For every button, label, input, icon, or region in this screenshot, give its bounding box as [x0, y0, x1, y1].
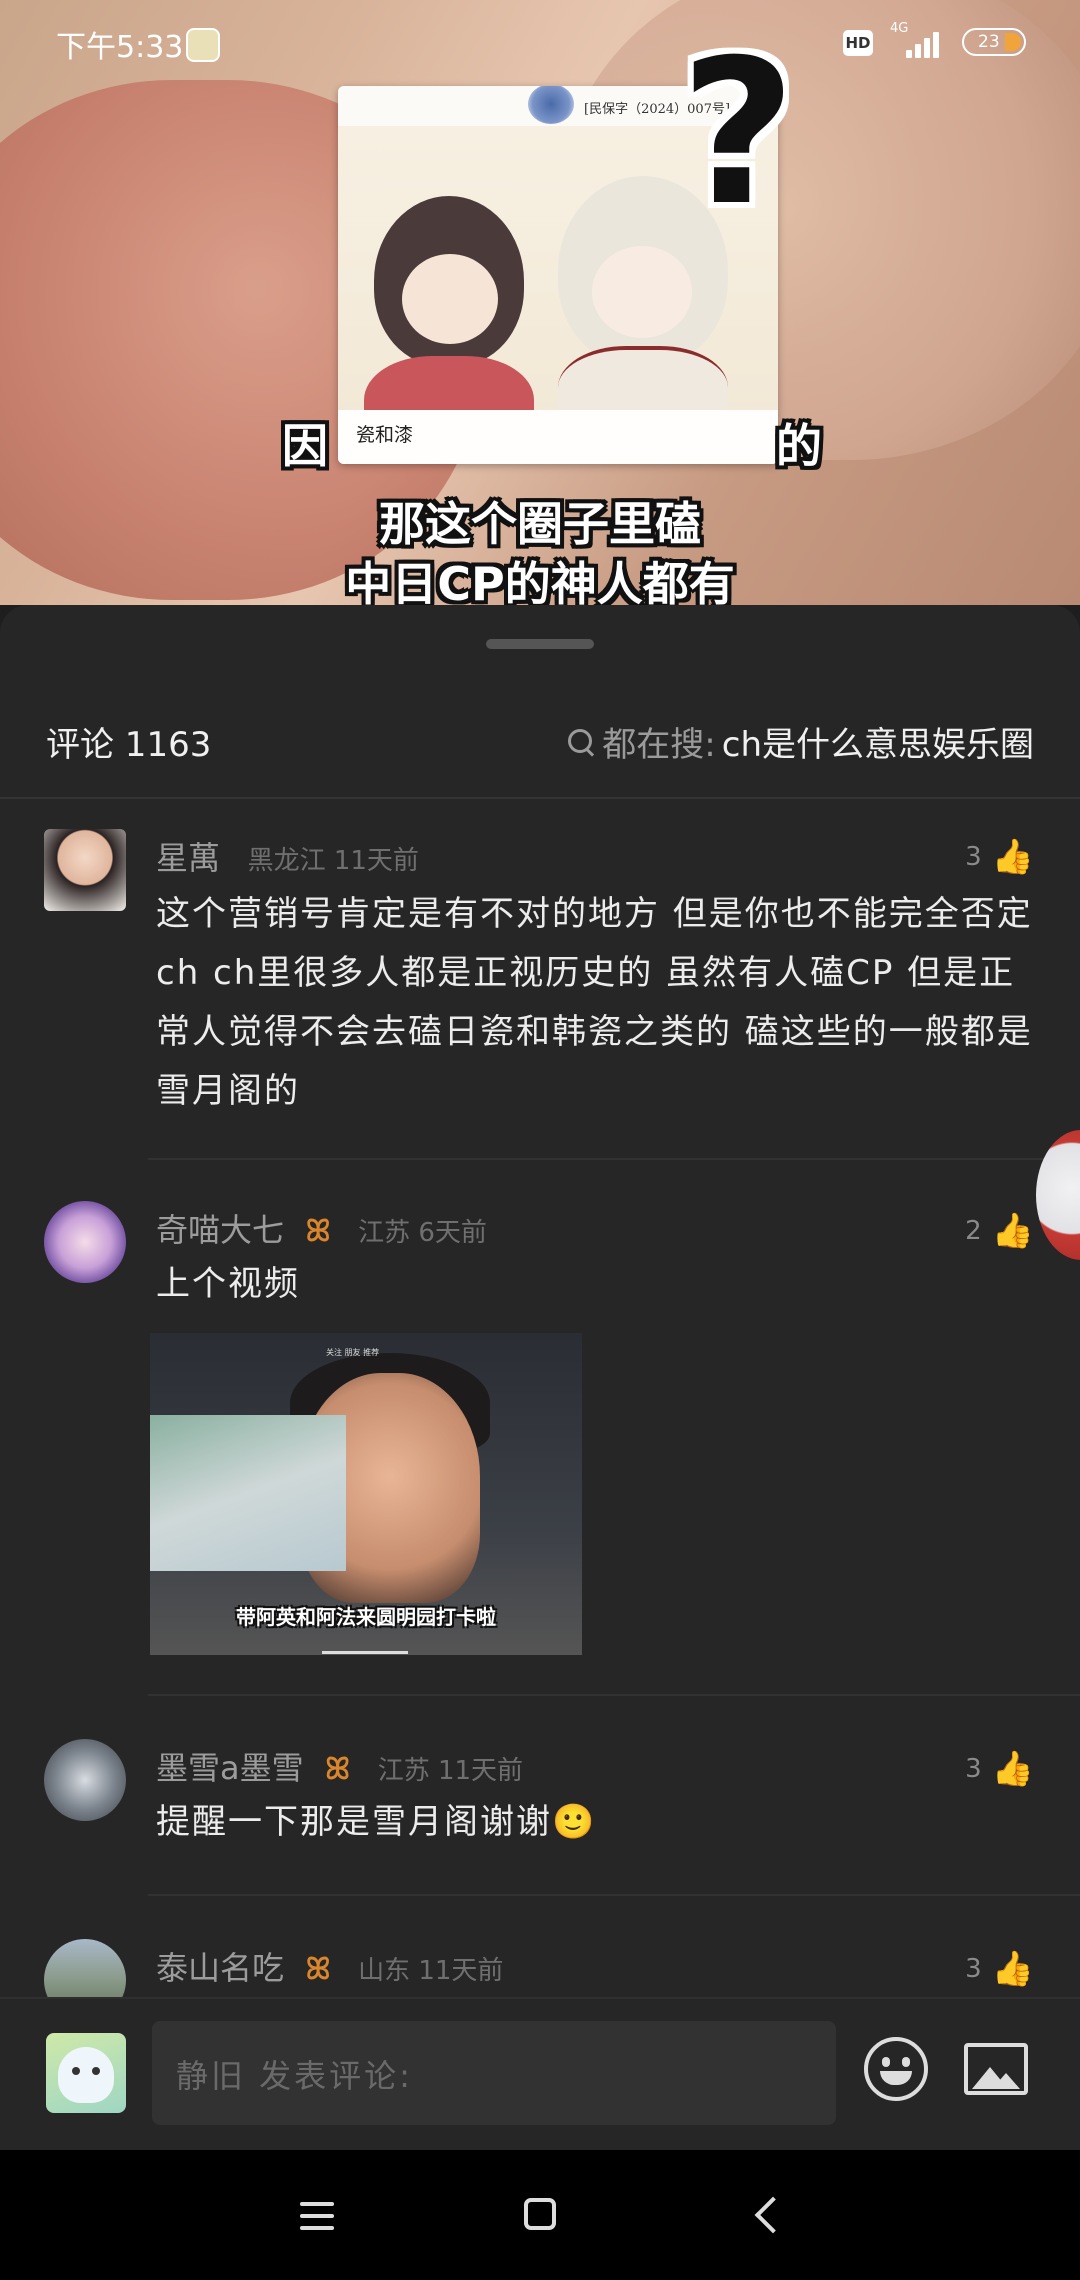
subtitle-fragment-right: 的: [776, 419, 822, 473]
back-icon[interactable]: [754, 2196, 792, 2234]
system-navigation-bar: [0, 2150, 1080, 2280]
comment-item: 泰山名吃 ꕤ 山东 11天前 3 👍: [0, 1939, 1080, 1999]
avatar[interactable]: [44, 1739, 126, 1821]
comment-author[interactable]: 泰山名吃: [156, 1949, 284, 1987]
thumbnail-progress: [322, 1651, 408, 1654]
avatar[interactable]: [44, 829, 126, 911]
like-count: 3: [965, 1754, 982, 1784]
comment-meta: 山东 11天前: [358, 1956, 504, 1986]
search-suggestion[interactable]: 都在搜: ch是什么意思娱乐圈: [566, 717, 1034, 766]
fan-badge-icon: ꕤ: [325, 1752, 351, 1787]
comment-input-placeholder: 静旧 发表评论:: [176, 2057, 413, 2095]
illustration-character-left: [364, 196, 534, 464]
comment-divider: [148, 1158, 1080, 1160]
comment-input[interactable]: 静旧 发表评论:: [152, 2021, 836, 2125]
sheet-drag-handle[interactable]: [486, 639, 594, 649]
thumbs-up-icon: 👍: [991, 1749, 1034, 1789]
emoji-icon[interactable]: [864, 2037, 928, 2101]
comment-author[interactable]: 奇喵大七: [156, 1211, 284, 1249]
comment-divider: [148, 1894, 1080, 1896]
comment-text: 这个营销号肯定是有不对的地方 但是你也不能完全否定ch ch里很多人都是正视历史…: [156, 894, 1033, 1111]
status-time: 下午5:33: [56, 30, 184, 65]
comment-video-thumbnail[interactable]: 关注 朋友 推荐 带阿英和阿法来圆明园打卡啦: [150, 1333, 582, 1655]
like-button[interactable]: 3 👍: [965, 837, 1034, 877]
fan-badge-icon: ꕤ: [305, 1952, 331, 1987]
home-icon[interactable]: [524, 2198, 556, 2230]
like-count: 2: [965, 1216, 982, 1246]
search-query[interactable]: ch是什么意思娱乐圈: [722, 717, 1034, 766]
subtitle-fragment-left: 因: [282, 419, 328, 473]
like-button[interactable]: 3 👍: [965, 1949, 1034, 1989]
thumbnail-caption: 带阿英和阿法来圆明园打卡啦: [236, 1605, 496, 1629]
subtitle-line-2: 中日CP的神人都有: [345, 557, 735, 605]
thumbnail-tabs: 关注 朋友 推荐: [326, 1348, 380, 1357]
signal-icon: [906, 28, 946, 58]
comment-input-bar: 静旧 发表评论:: [0, 1997, 1080, 2152]
search-icon: [566, 727, 596, 757]
comments-count-title: 评论 1163: [46, 725, 212, 765]
like-count: 3: [965, 842, 982, 872]
fan-badge-icon: ꕤ: [305, 1214, 331, 1249]
comment-divider: [148, 1694, 1080, 1696]
like-button[interactable]: 2 👍: [965, 1211, 1034, 1251]
my-avatar[interactable]: [46, 2033, 126, 2113]
thumbs-up-icon: 👍: [991, 1211, 1034, 1251]
like-count: 3: [965, 1954, 982, 1984]
comment-author[interactable]: 墨雪a墨雪: [156, 1749, 304, 1787]
hd-icon: HD: [843, 30, 873, 56]
like-button[interactable]: 3 👍: [965, 1749, 1034, 1789]
video-player[interactable]: [民保字（2024）007号] 瓷和漆 ? 因 的 那这个圈子里磕 中日CP的神…: [0, 0, 1080, 605]
thumbs-up-icon: 👍: [991, 837, 1034, 877]
avatar[interactable]: [44, 1939, 126, 1999]
status-bar: 下午5:33 HD 4G 23: [0, 0, 1080, 88]
search-prefix: 都在搜:: [602, 725, 716, 765]
comment-meta: 黑龙江 11天前: [247, 846, 419, 876]
app-notification-icon: [186, 28, 220, 62]
menu-icon[interactable]: [300, 2202, 334, 2230]
thumbs-up-icon: 👍: [991, 1949, 1034, 1989]
thumbnail-inset-image: [150, 1415, 346, 1571]
comment-author[interactable]: 星萬: [156, 839, 220, 877]
battery-icon: 23: [962, 28, 1026, 56]
comment-text: 提醒一下那是雪月阁谢谢🙂: [156, 1802, 597, 1842]
avatar[interactable]: [44, 1201, 126, 1283]
comments-header: 评论 1163 都在搜: ch是什么意思娱乐圈: [0, 705, 1080, 795]
comment-meta: 江苏 11天前: [377, 1756, 524, 1786]
subtitle-line-1: 那这个圈子里磕: [379, 497, 701, 551]
comment-meta: 江苏 6天前: [358, 1218, 487, 1248]
battery-level: 23: [978, 32, 1000, 52]
comments-sheet: 评论 1163 都在搜: ch是什么意思娱乐圈 星萬 黑龙江 11天前 3 👍 …: [0, 605, 1080, 2150]
image-icon[interactable]: [964, 2043, 1028, 2095]
comment-text: 上个视频: [156, 1264, 300, 1304]
header-divider: [0, 797, 1080, 799]
poster-caption: 瓷和漆: [338, 410, 778, 464]
